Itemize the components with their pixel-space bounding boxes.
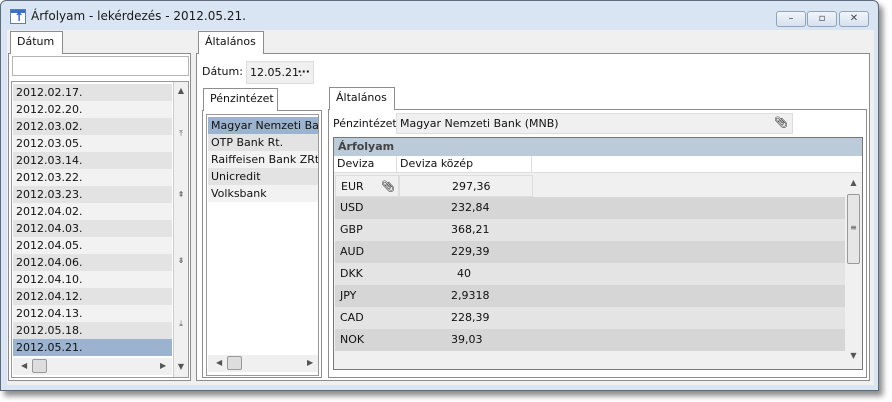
vscroll-thumb[interactable]: ≡ <box>847 194 860 264</box>
scroll-down-icon[interactable]: ▼ <box>845 351 862 360</box>
cell-rate: 368,21 <box>451 223 490 236</box>
cell-rate: 297,36 <box>399 175 533 197</box>
paperclip-icon[interactable]: 📎︎ <box>774 116 788 129</box>
date-list-item[interactable]: 2012.04.10. <box>13 271 172 288</box>
grid-vscrollbar[interactable]: ▲ ≡ ▼ <box>845 175 862 365</box>
date-list-item[interactable]: 2012.05.21. <box>13 339 172 356</box>
cell-currency: CAD <box>335 307 399 329</box>
date-field[interactable]: 12.05.21. ··· <box>246 61 314 84</box>
cell-currency: USD <box>335 197 399 219</box>
date-list-item[interactable]: 2012.04.02. <box>13 203 172 220</box>
currency-code: DKK <box>340 267 363 280</box>
date-list-item[interactable]: 2012.03.02. <box>13 118 172 135</box>
cell-currency: AUD <box>335 241 399 263</box>
column-header-deviza[interactable]: Deviza <box>334 156 397 172</box>
cell-rate: 39,03 <box>451 333 483 346</box>
window-title: Árfolyam - lekérdezés - 2012.05.21. <box>31 9 246 23</box>
date-list-item[interactable]: 2012.03.23. <box>13 186 172 203</box>
tab-penzintezet[interactable]: Pénzintézet <box>203 88 278 111</box>
date-list-box: 2012.02.17. 2012.02.20. 2012.03.02. 2012.03… <box>11 81 189 378</box>
scroll-page-down-icon[interactable]: ⤓ <box>174 319 188 329</box>
cell-currency: GBP <box>335 219 399 241</box>
table-row[interactable]: JPY 2,9318 <box>335 285 845 307</box>
rates-grid: Árfolyam Deviza Deviza közép EUR 📎︎ 297,3… <box>333 137 863 370</box>
date-list-item[interactable]: 2012.04.13. <box>13 305 172 322</box>
paperclip-icon[interactable]: 📎︎ <box>381 176 395 198</box>
scroll-up-icon[interactable]: ▲ <box>845 178 862 187</box>
cell-rate: 228,39 <box>451 311 490 324</box>
scroll-left-icon[interactable]: ◀ <box>216 358 222 367</box>
cell-rate: 232,84 <box>451 201 490 214</box>
date-list-item[interactable]: 2012.04.12. <box>13 288 172 305</box>
date-list-item[interactable]: 2012.02.17. <box>13 84 172 101</box>
date-list-item[interactable]: 2012.03.05. <box>13 135 172 152</box>
bank-list-item[interactable]: Magyar Nemzeti Bar <box>208 117 318 134</box>
date-list-item[interactable]: 2012.03.22. <box>13 169 172 186</box>
date-list-item[interactable]: 2012.02.20. <box>13 101 172 118</box>
table-row[interactable]: AUD 229,39 <box>335 241 845 263</box>
column-header-deviza-kozep[interactable]: Deviza közép <box>397 156 532 172</box>
bank-label: Pénzintézet: <box>333 117 401 130</box>
bank-field[interactable]: Magyar Nemzeti Bank (MNB) 📎︎ <box>396 113 793 134</box>
table-row[interactable]: CAD 228,39 <box>335 307 845 329</box>
scroll-up-icon[interactable]: ▲ <box>174 86 188 95</box>
table-row[interactable]: NOK 39,03 <box>335 329 845 351</box>
date-search-input[interactable] <box>12 56 189 76</box>
scroll-top-icon[interactable]: ⇞ <box>174 190 188 199</box>
scroll-down-icon[interactable]: ▼ <box>174 362 188 371</box>
cell-currency: JPY <box>335 285 399 307</box>
scroll-page-up-icon[interactable]: ⤒ <box>174 129 188 139</box>
tab-detail-altalanos[interactable]: Általános <box>329 87 395 110</box>
bank-list-box: Magyar Nemzeti Bar OTP Bank Rt. Raiffeisen… <box>206 114 319 376</box>
table-row[interactable]: DKK 40 <box>335 263 845 285</box>
scroll-left-icon[interactable]: ◀ <box>21 361 27 370</box>
app-icon <box>10 9 26 24</box>
bank-list-item[interactable]: Volksbank <box>208 185 318 202</box>
cell-currency: DKK <box>335 263 399 285</box>
currency-code: GBP <box>340 223 363 236</box>
currency-code: JPY <box>340 289 357 302</box>
date-list-hscrollbar[interactable]: ◀ ▶ <box>13 358 172 375</box>
table-row[interactable]: USD 232,84 <box>335 197 845 219</box>
table-row[interactable]: GBP 368,21 <box>335 219 845 241</box>
minimize-button[interactable]: – <box>776 11 806 27</box>
date-list-item[interactable]: 2012.05.18. <box>13 322 172 339</box>
cell-currency: NOK <box>335 329 399 351</box>
date-label: Dátum: <box>202 65 243 78</box>
cell-rate: 40 <box>457 267 471 280</box>
scroll-bottom-icon[interactable]: ⇟ <box>174 256 188 265</box>
tab-datum[interactable]: Dátum <box>10 31 63 54</box>
bank-list-item[interactable]: Unicredit <box>208 168 318 185</box>
currency-code: CAD <box>340 311 364 324</box>
table-row[interactable]: EUR 📎︎ 297,36 <box>335 175 845 197</box>
date-value: 12.05.21. <box>250 66 303 79</box>
date-list-item[interactable]: 2012.03.14. <box>13 152 172 169</box>
bank-list-item[interactable]: OTP Bank Rt. <box>208 134 318 151</box>
date-picker-button[interactable]: ··· <box>297 65 310 78</box>
scroll-right-icon[interactable]: ▶ <box>160 361 166 370</box>
hscroll-thumb[interactable] <box>227 356 242 370</box>
cell-currency: EUR 📎︎ <box>335 175 399 197</box>
grid-title: Árfolyam <box>334 138 862 156</box>
tab-altalanos[interactable]: Általános <box>198 31 264 54</box>
currency-code: USD <box>340 201 364 214</box>
cell-rate: 2,9318 <box>451 289 490 302</box>
date-list-item[interactable]: 2012.04.03. <box>13 220 172 237</box>
grid-header: Deviza Deviza közép <box>334 156 862 173</box>
date-list-item[interactable]: 2012.04.06. <box>13 254 172 271</box>
currency-code: NOK <box>340 333 365 346</box>
bank-list-hscrollbar[interactable]: ◀ ▶ <box>208 355 318 372</box>
maximize-button[interactable]: ▫ <box>807 11 837 27</box>
scroll-right-icon[interactable]: ▶ <box>307 358 313 367</box>
currency-code: EUR <box>341 180 364 193</box>
currency-code: AUD <box>340 245 365 258</box>
cell-rate: 229,39 <box>451 245 490 258</box>
bank-value: Magyar Nemzeti Bank (MNB) <box>400 117 559 130</box>
date-list-vscrollbar[interactable]: ▲ ⤒ ⇞ ⇟ ⤓ ▼ <box>173 82 188 377</box>
bank-list-item[interactable]: Raiffeisen Bank ZRt. <box>208 151 318 168</box>
close-button[interactable]: ✕ <box>839 11 869 27</box>
date-list-item[interactable]: 2012.04.05. <box>13 237 172 254</box>
hscroll-thumb[interactable] <box>32 359 47 373</box>
